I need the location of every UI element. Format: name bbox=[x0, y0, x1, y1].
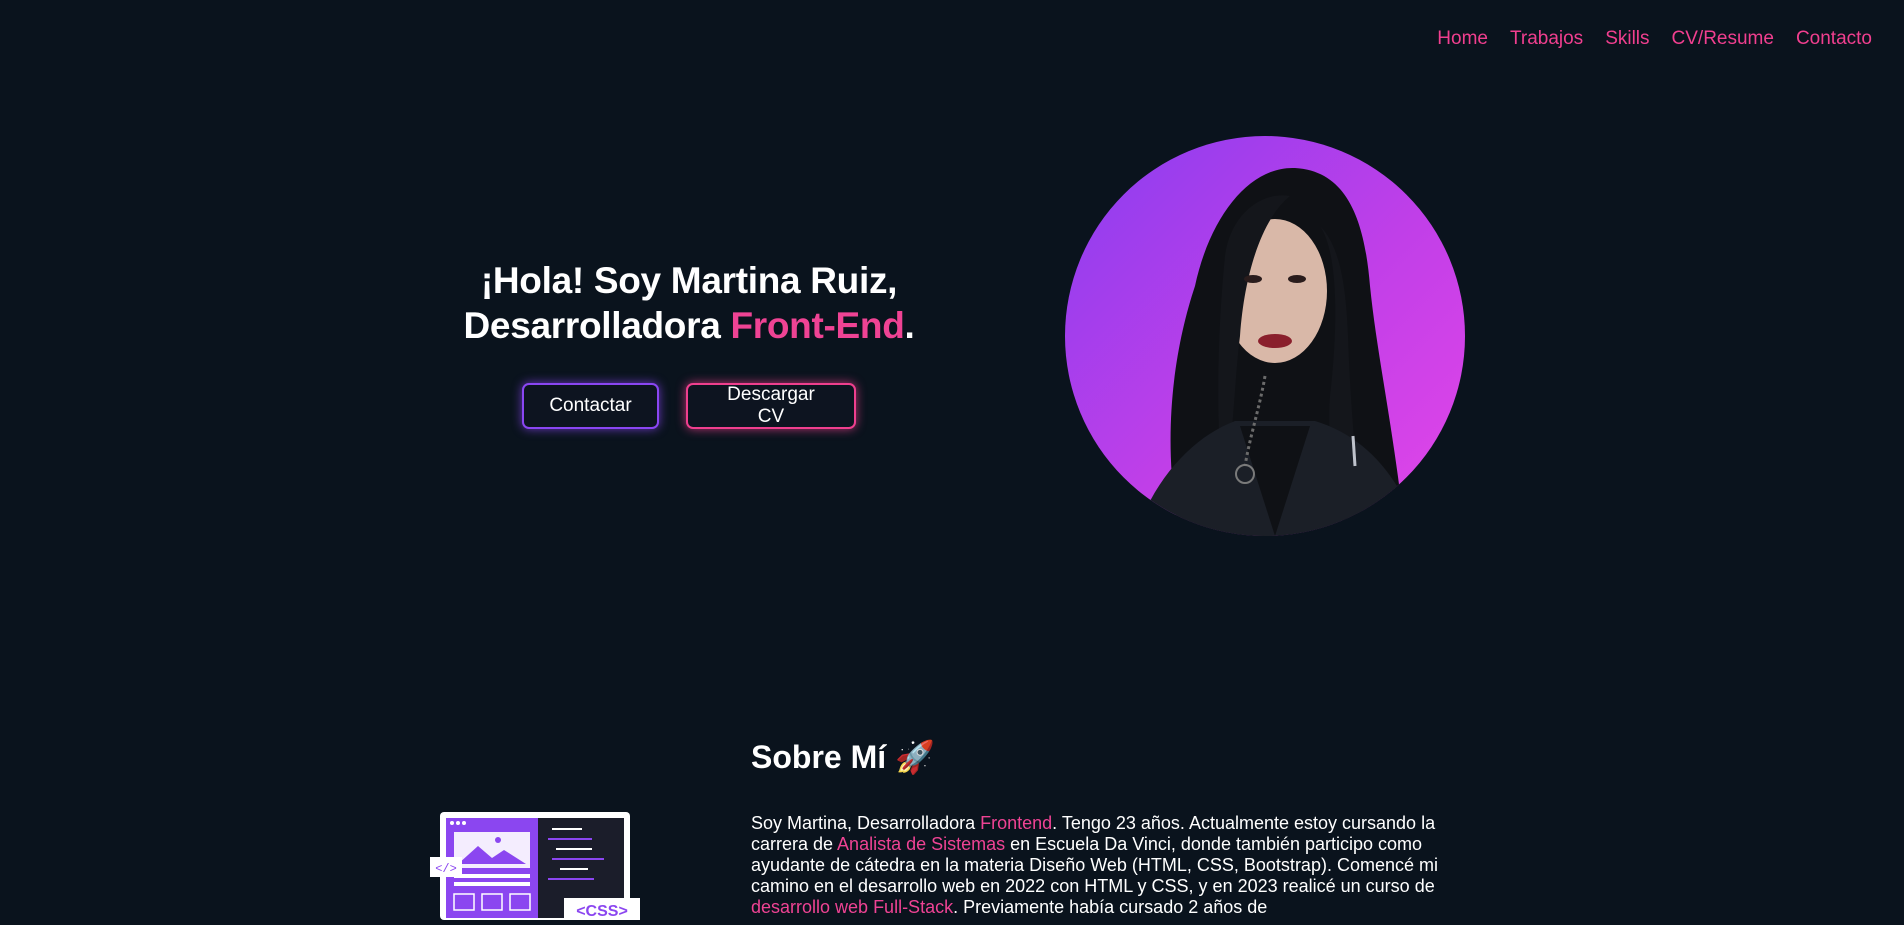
nav-item-contacto: Contacto bbox=[1796, 28, 1872, 50]
nav-link-contacto[interactable]: Contacto bbox=[1796, 28, 1872, 49]
hero-buttons: Contactar Descargar CV bbox=[522, 383, 856, 429]
about-text-1: Soy Martina, Desarrolladora bbox=[751, 813, 981, 833]
hero-title: ¡Hola! Soy Martina Ruiz, Desarrolladora … bbox=[400, 258, 978, 348]
hero-title-line1: ¡Hola! Soy Martina Ruiz, bbox=[480, 260, 898, 301]
nav-item-cv: CV/Resume bbox=[1672, 28, 1774, 50]
nav-link-trabajos[interactable]: Trabajos bbox=[1510, 28, 1583, 49]
nav-menu: Home Trabajos Skills CV/Resume Contacto bbox=[1437, 28, 1872, 50]
css-tag-label: <CSS> bbox=[576, 903, 628, 920]
nav-link-skills[interactable]: Skills bbox=[1605, 28, 1649, 49]
download-cv-button[interactable]: Descargar CV bbox=[686, 383, 856, 429]
hero-title-accent: Front-End bbox=[730, 305, 905, 346]
laptop-code-icon: </> <CSS> bbox=[430, 812, 640, 922]
nav-item-trabajos: Trabajos bbox=[1510, 28, 1583, 50]
nav-link-home[interactable]: Home bbox=[1437, 28, 1488, 49]
about-paragraph: Soy Martina, Desarrolladora Frontend. Te… bbox=[751, 813, 1471, 918]
profile-photo bbox=[1065, 136, 1465, 536]
about-highlight-frontend: Frontend bbox=[980, 813, 1053, 833]
about-highlight-fullstack: desarrollo web Full-Stack bbox=[751, 897, 954, 917]
hero-title-line2-suffix: . bbox=[904, 305, 915, 346]
about-text-4: . Previamente había cursado 2 años de bbox=[953, 897, 1268, 917]
web-design-illustration: </> <CSS> bbox=[430, 810, 640, 922]
nav-link-cv-resume[interactable]: CV/Resume bbox=[1672, 28, 1774, 49]
nav-item-skills: Skills bbox=[1605, 28, 1649, 50]
hero-section: ¡Hola! Soy Martina Ruiz, Desarrolladora … bbox=[400, 258, 978, 348]
contact-button[interactable]: Contactar bbox=[522, 383, 659, 429]
hero-title-line2-prefix: Desarrolladora bbox=[463, 305, 731, 346]
about-highlight-analista: Analista de Sistemas bbox=[837, 834, 1006, 854]
site-header: Home Trabajos Skills CV/Resume Contacto bbox=[0, 0, 1904, 80]
about-title: Sobre Mí 🚀 bbox=[751, 739, 935, 775]
code-tag-label: </> bbox=[435, 862, 457, 876]
nav-item-home: Home bbox=[1437, 28, 1488, 50]
profile-photo-illustration bbox=[1135, 167, 1420, 536]
